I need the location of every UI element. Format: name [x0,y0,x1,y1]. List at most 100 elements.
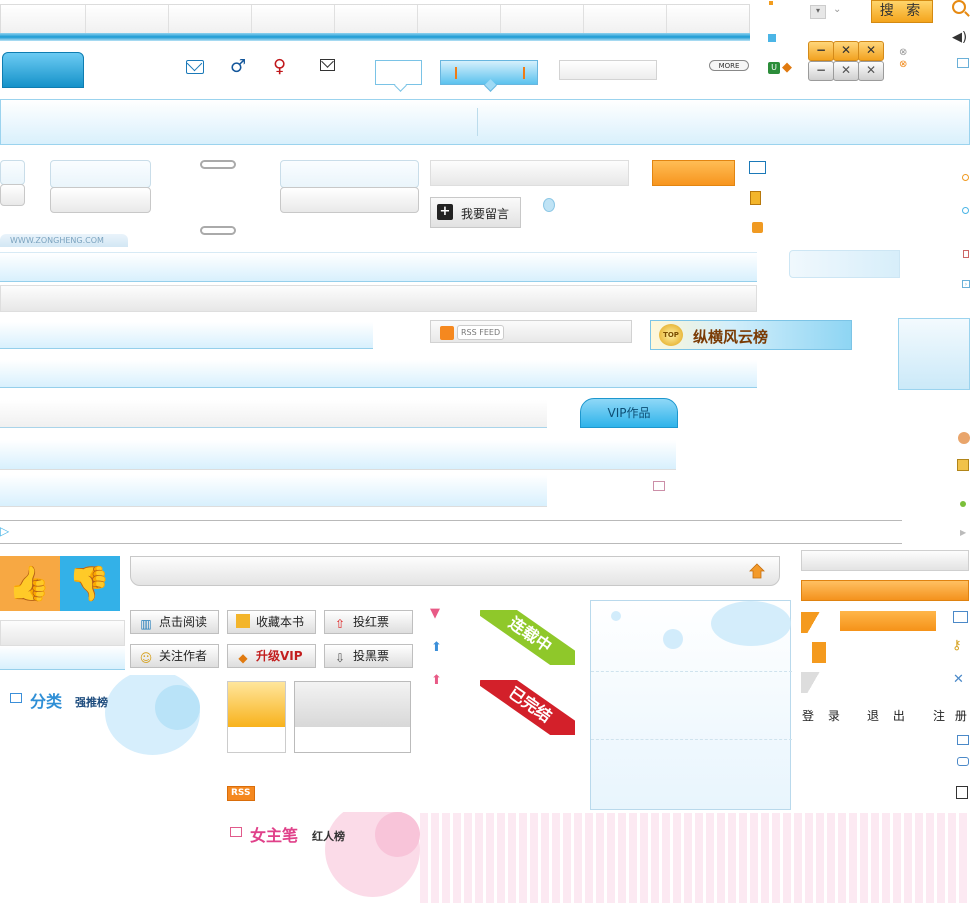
completed-label: 已完结 [480,680,575,735]
speaker-icon[interactable]: ◀) [952,30,967,45]
nav-cell[interactable] [1,5,86,35]
active-tab[interactable] [2,52,84,88]
thumbs-up-button[interactable]: 👍 [0,556,60,611]
nav-cell[interactable] [251,5,335,35]
orange-card[interactable] [227,681,286,753]
ranking-banner[interactable]: TOP 纵横风云榜 [650,320,852,350]
book-icon: ▥ [140,617,152,631]
logout-link[interactable]: 退 出 [867,707,910,724]
nav-cell[interactable] [334,5,418,35]
gray-button[interactable] [559,60,657,80]
key-icon[interactable]: ⚷ [952,638,962,653]
red-vote-label: 投红票 [353,615,390,629]
window-icon[interactable] [653,481,665,491]
window-controls-gray: − ✕ ✕ [808,61,884,81]
red-vote-button[interactable]: ⇧ 投红票 [324,610,413,634]
input-box[interactable] [280,160,419,188]
dropdown-arrow-icon[interactable]: ▾ [810,5,826,19]
radio-dot-icon[interactable] [962,174,969,181]
nav-cell[interactable] [500,5,584,35]
more-button[interactable]: MORE [709,60,749,71]
nav-cell[interactable] [168,5,252,35]
collect-button[interactable]: 收藏本书 [227,610,316,634]
window-icon [10,693,22,703]
comment-icon[interactable] [957,735,969,745]
mail-outline-icon[interactable] [320,59,335,71]
read-button[interactable]: ▥ 点击阅读 [130,610,219,634]
lock-icon[interactable] [957,459,969,471]
home-icon[interactable] [749,563,765,579]
x-icon[interactable]: ✕ [953,672,964,687]
rss-feed-button[interactable]: RSS FEED [430,320,632,343]
leave-message-button[interactable]: + 我要留言 [430,197,521,228]
id-card-icon[interactable] [953,611,968,623]
blue-bar [0,440,676,470]
black-vote-button[interactable]: ⇩ 投黑票 [324,644,413,668]
search-button[interactable]: 搜 索 [871,0,933,23]
close-button[interactable]: ✕ [833,41,859,61]
blue-bar [0,322,373,349]
gray-input-box[interactable] [50,187,151,213]
completed-ribbon: 已完结 [480,680,575,735]
vip-works-tab[interactable]: VIP作品 [580,398,678,428]
arrow-right-icon[interactable]: › [962,280,970,288]
close-small-orange-icon[interactable]: ⊗ [899,59,907,70]
small-input-box[interactable] [0,160,25,185]
close-button[interactable]: ✕ [858,41,884,61]
chat-icon[interactable] [957,757,969,766]
mail-icon[interactable] [749,161,766,174]
login-link[interactable]: 登 录 [802,707,845,724]
orange-input-bar[interactable] [801,580,969,601]
orange-button[interactable] [652,160,735,186]
nav-cell[interactable] [85,5,169,35]
pink-bubble-decor [320,812,420,902]
user-icon[interactable] [958,432,970,444]
mail-icon[interactable] [186,60,204,74]
gray-input-box[interactable] [280,187,419,213]
rss-badge[interactable]: RSS [227,786,255,801]
gray-card[interactable] [294,681,411,753]
window-controls-orange: − ✕ ✕ [808,41,884,61]
link-chain-icon [200,160,236,169]
active-tooltip-box [440,60,538,85]
window-icon[interactable] [957,58,969,68]
arrow-up-pink-icon: ⬆ [431,673,442,688]
dot-icon [768,34,776,42]
minimize-button[interactable]: − [808,61,834,81]
minimize-button[interactable]: − [808,41,834,61]
input-box[interactable] [50,160,151,188]
thumbs-vote: 👍 👎 [0,556,120,611]
register-link[interactable]: 注 册 [933,707,970,724]
read-label: 点击阅读 [159,615,208,629]
nav-cell[interactable] [583,5,667,35]
rss-feed-label: RSS FEED [457,325,505,340]
gray-tab-icon [801,672,826,693]
small-gray-box[interactable] [0,184,25,206]
nav-cell[interactable] [417,5,501,35]
dot-icon [768,0,776,8]
close-button[interactable]: ✕ [833,61,859,81]
black-vote-label: 投黑票 [353,649,390,663]
blue-box [898,318,970,390]
gray-input-bar[interactable] [801,550,969,571]
radio-dot-icon[interactable] [962,207,969,214]
diamond-icon: ◆ [782,60,792,75]
collect-label: 收藏本书 [256,615,305,629]
note-icon[interactable] [750,191,761,205]
leave-message-label: 我要留言 [461,207,510,221]
close-small-icon[interactable]: ⊗ [899,47,907,58]
search-icon[interactable] [952,0,966,14]
bubble-panel [590,600,792,810]
edit-icon[interactable] [956,786,968,799]
stack-icon[interactable] [752,222,763,233]
chevron-down-icon[interactable]: ⌄ [833,4,841,15]
close-button[interactable]: ✕ [858,61,884,81]
gray-blue-bar [0,400,547,428]
nav-underline [0,33,750,41]
follow-author-button[interactable]: ☺ 关注作者 [130,644,219,668]
ongoing-label: 连载中 [480,610,575,665]
orange-strip [840,611,936,631]
upgrade-vip-button[interactable]: ◆ 升级VIP [227,644,316,668]
gray-bar [430,160,629,186]
thumbs-down-button[interactable]: 👎 [60,556,120,611]
